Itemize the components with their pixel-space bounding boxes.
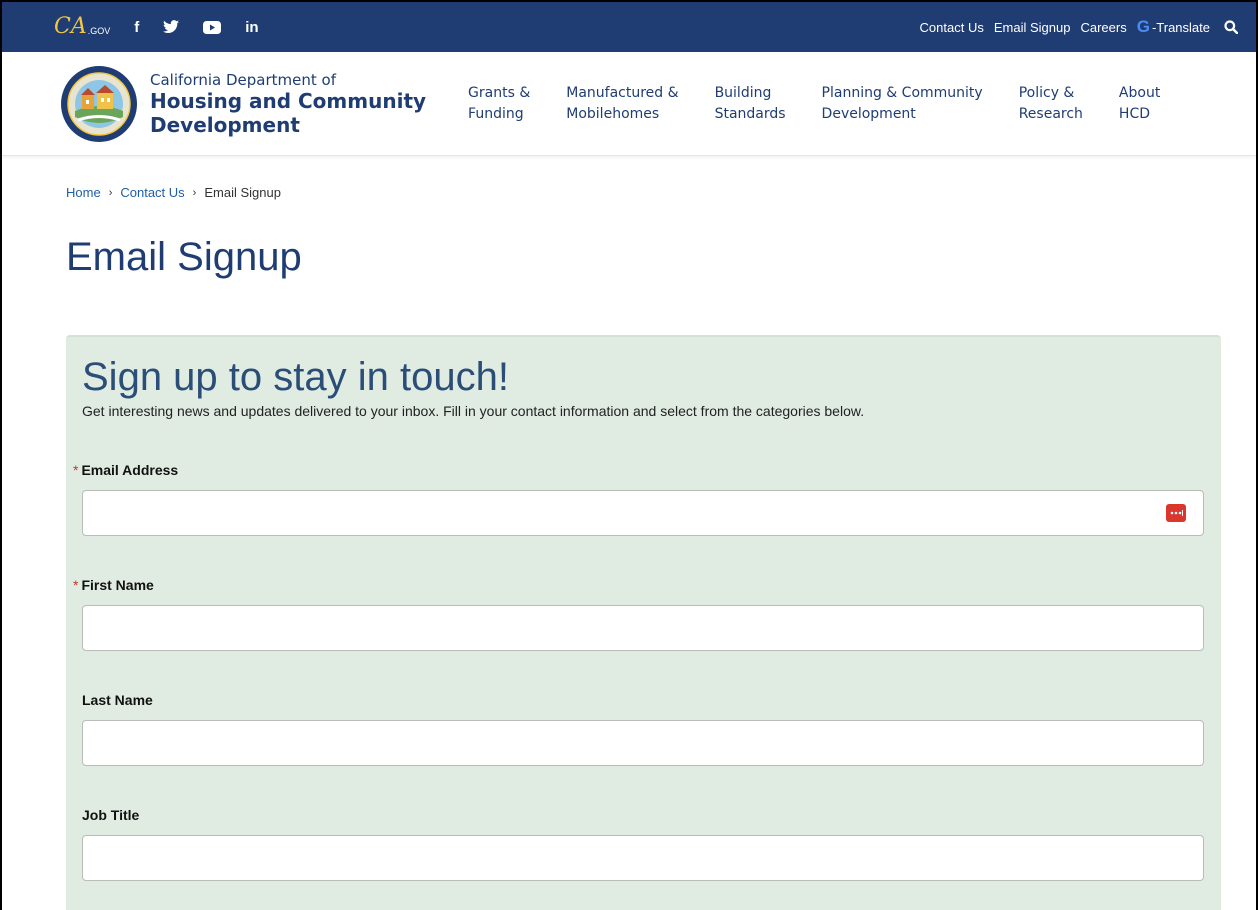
breadcrumb-contact-us[interactable]: Contact Us — [120, 185, 184, 200]
last-name-field-group: Last Name — [82, 692, 1204, 766]
first-name-input[interactable] — [82, 605, 1204, 651]
agency-name-line1: Housing and Community — [150, 88, 427, 113]
google-g-icon: G — [1136, 17, 1150, 36]
agency-dept-line: California Department of — [150, 70, 336, 89]
first-name-field-group: * First Name — [73, 577, 1204, 651]
agency-name-line2: Development — [150, 112, 300, 137]
email-field-group: * Email Address — [73, 462, 1204, 536]
nav-label: About — [1118, 84, 1161, 101]
twitter-icon[interactable] — [163, 20, 180, 34]
site-header: California Department of Housing and Com… — [2, 52, 1256, 156]
facebook-icon[interactable]: f — [134, 19, 139, 36]
utility-bar: CA .GOV f in Contact Us Email Signup Car… — [2, 2, 1256, 52]
nav-label: Manufactured & — [566, 84, 679, 101]
email-label: * Email Address — [73, 462, 1204, 478]
job-title-field-group: Job Title — [82, 807, 1204, 881]
email-input[interactable] — [82, 490, 1204, 536]
required-marker: * — [73, 462, 79, 478]
breadcrumb: Home › Contact Us › Email Signup — [66, 185, 281, 200]
email-label-text: Email Address — [81, 462, 179, 478]
nav-label: Mobilehomes — [566, 105, 660, 122]
job-title-input[interactable] — [82, 835, 1204, 881]
agency-name[interactable]: California Department of Housing and Com… — [150, 71, 426, 137]
last-name-label: Last Name — [82, 692, 153, 708]
nav-label: Planning & Community — [821, 84, 983, 101]
required-marker: * — [73, 577, 79, 593]
nav-manufactured-mobilehomes[interactable]: Manufactured & Mobilehomes — [566, 83, 714, 125]
nav-grants-funding[interactable]: Grants & Funding — [468, 83, 566, 125]
page-title: Email Signup — [66, 235, 302, 279]
gov-logo-text: .GOV — [87, 26, 111, 36]
nav-label: Development — [821, 105, 916, 122]
form-description: Get interesting news and updates deliver… — [82, 403, 865, 419]
last-name-input[interactable] — [82, 720, 1204, 766]
ca-gov-logo[interactable]: CA .GOV — [54, 16, 110, 38]
nav-policy-research[interactable]: Policy & Research — [1019, 83, 1119, 125]
nav-planning-community[interactable]: Planning & Community Development — [822, 83, 1019, 125]
first-name-label: * First Name — [73, 577, 1204, 593]
main-nav: Grants & Funding Manufactured & Mobileho… — [468, 83, 1160, 125]
careers-link[interactable]: Careers — [1080, 20, 1126, 35]
google-translate-button[interactable]: G -Translate — [1137, 17, 1210, 37]
search-icon[interactable] — [1224, 20, 1238, 34]
breadcrumb-home[interactable]: Home — [66, 185, 101, 200]
browser-page: CA .GOV f in Contact Us Email Signup Car… — [0, 0, 1258, 910]
first-name-label-text: First Name — [81, 577, 154, 593]
nav-label: Grants & — [468, 84, 531, 101]
job-title-label: Job Title — [82, 807, 140, 823]
breadcrumb-separator: › — [108, 186, 113, 199]
nav-label: Research — [1018, 105, 1083, 122]
nav-label: Building — [714, 84, 772, 101]
breadcrumb-separator: › — [192, 186, 197, 199]
form-heading: Sign up to stay in touch! — [82, 355, 509, 399]
nav-label: Funding — [468, 105, 524, 122]
nav-label: Standards — [714, 105, 786, 122]
password-manager-icon[interactable] — [1166, 504, 1186, 522]
signup-form-panel: Sign up to stay in touch! Get interestin… — [66, 335, 1221, 910]
nav-label: Policy & — [1018, 84, 1075, 101]
breadcrumb-current: Email Signup — [204, 185, 281, 200]
linkedin-icon[interactable]: in — [245, 19, 258, 36]
email-signup-link[interactable]: Email Signup — [994, 20, 1071, 35]
youtube-icon[interactable] — [203, 20, 222, 34]
ca-logo-text: CA — [54, 14, 87, 39]
translate-label: -Translate — [1151, 19, 1210, 35]
contact-us-link[interactable]: Contact Us — [920, 20, 984, 35]
nav-label: HCD — [1118, 105, 1151, 122]
hcd-seal-logo[interactable] — [60, 65, 138, 143]
nav-building-standards[interactable]: Building Standards — [715, 83, 822, 125]
nav-about-hcd[interactable]: About HCD — [1119, 83, 1160, 125]
